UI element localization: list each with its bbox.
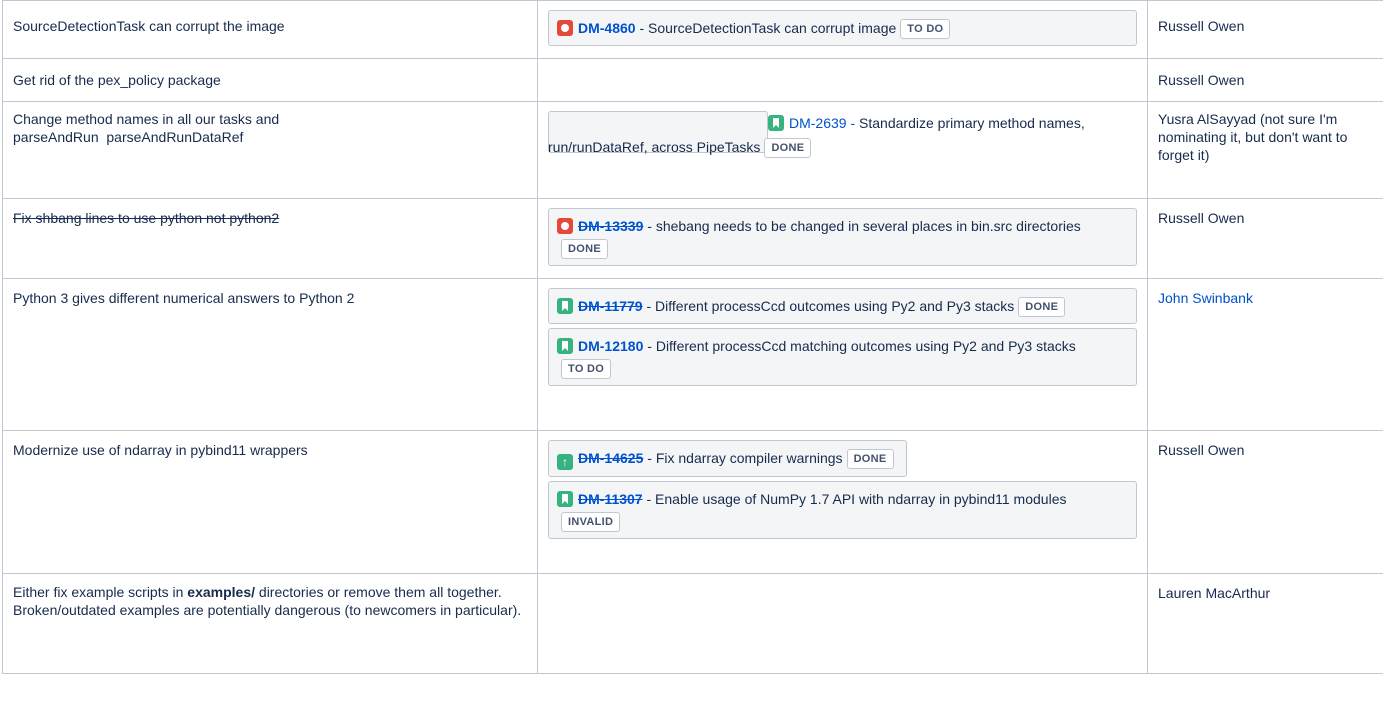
description-cell: Python 3 gives different numerical answe… [2,278,538,431]
description-cell: Get rid of the pex_policy package [2,58,538,102]
issue-key-link[interactable]: DM-4860 [578,20,636,36]
person-cell: Russell Owen [1147,0,1383,59]
story-icon [768,115,784,131]
topics-table: SourceDetectionTask can corrupt the imag… [2,0,1383,674]
description-cell: Either fix example scripts in examples/ … [2,573,538,674]
issue-summary: Fix ndarray compiler warnings [655,450,843,466]
issues-cell [537,573,1148,674]
description-cell: Change method names in all our tasks and… [2,101,538,199]
person-cell: Russell Owen [1147,58,1383,102]
issue-key-link[interactable]: DM-12180 [578,338,643,354]
issues-cell [537,58,1148,102]
person-cell: John Swinbank [1147,278,1383,431]
table-row: Get rid of the pex_policy package Russel… [2,58,1383,102]
issue-summary: shebang needs to be changed in several p… [655,218,1081,234]
story-icon [557,338,573,354]
issue-summary: Different processCcd matching outcomes u… [655,338,1076,354]
person-cell: Yusra AlSayyad (not sure I'm nominating … [1147,101,1383,199]
table-row: Python 3 gives different numerical answe… [2,278,1383,431]
person-cell: Russell Owen [1147,198,1383,279]
story-icon [557,491,573,507]
description-cell: Modernize use of ndarray in pybind11 wra… [2,430,538,574]
table-row: Fix shbang lines to use python not pytho… [2,198,1383,279]
bug-icon [557,218,573,234]
status-badge: TO DO [900,19,951,39]
table-row: SourceDetectionTask can corrupt the imag… [2,0,1383,59]
status-badge: DONE [1018,297,1066,317]
person-cell: Lauren MacArthur [1147,573,1383,674]
story-icon [557,298,573,314]
issue-key-link[interactable]: DM-14625 [578,450,643,466]
issue-key-link[interactable]: DM-13339 [578,218,643,234]
issues-cell: DM-2639 - Standardize primary method nam… [537,101,1148,199]
issue-summary: Different processCcd outcomes using Py2 … [655,298,1015,314]
issue-key-link[interactable]: DM-2639 [789,115,847,131]
table-row: Change method names in all our tasks and… [2,101,1383,199]
bug-icon [557,20,573,36]
issues-cell: DM-11779 - Different processCcd outcomes… [537,278,1148,431]
status-badge: INVALID [561,512,621,532]
description-cell: SourceDetectionTask can corrupt the imag… [2,0,538,59]
issue-summary: SourceDetectionTask can corrupt image [648,20,897,36]
issue-card[interactable]: DM-11307 - Enable usage of NumPy 1.7 API… [548,481,1137,539]
table-row: Modernize use of ndarray in pybind11 wra… [2,430,1383,574]
issue-card[interactable]: DM-4860 - SourceDetectionTask can corrup… [548,10,1137,46]
status-badge: DONE [764,138,812,158]
description-cell: Fix shbang lines to use python not pytho… [2,198,538,279]
issue-card[interactable]: ↑ DM-14625 - Fix ndarray compiler warning… [548,440,907,477]
table-row: Either fix example scripts in examples/ … [2,573,1383,674]
issue-card[interactable]: DM-12180 - Different processCcd matching… [548,328,1137,386]
person-cell: Russell Owen [1147,430,1383,574]
person-link[interactable]: John Swinbank [1158,290,1253,306]
status-badge: DONE [561,239,608,259]
issue-card[interactable]: DM-13339 - shebang needs to be changed i… [548,208,1137,266]
status-badge: DONE [846,449,894,469]
issue-card[interactable]: DM-11779 - Different processCcd outcomes… [548,288,1137,324]
issue-summary: Enable usage of NumPy 1.7 API with ndarr… [655,491,1067,507]
status-badge: TO DO [561,359,612,379]
improvement-icon: ↑ [557,454,573,470]
issues-cell: DM-4860 - SourceDetectionTask can corrup… [537,0,1148,59]
issue-key-link[interactable]: DM-11779 [578,298,643,314]
issues-cell: ↑ DM-14625 - Fix ndarray compiler warning… [537,430,1148,574]
issues-cell: DM-13339 - shebang needs to be changed i… [537,198,1148,279]
issue-key-link[interactable]: DM-11307 [578,491,643,507]
